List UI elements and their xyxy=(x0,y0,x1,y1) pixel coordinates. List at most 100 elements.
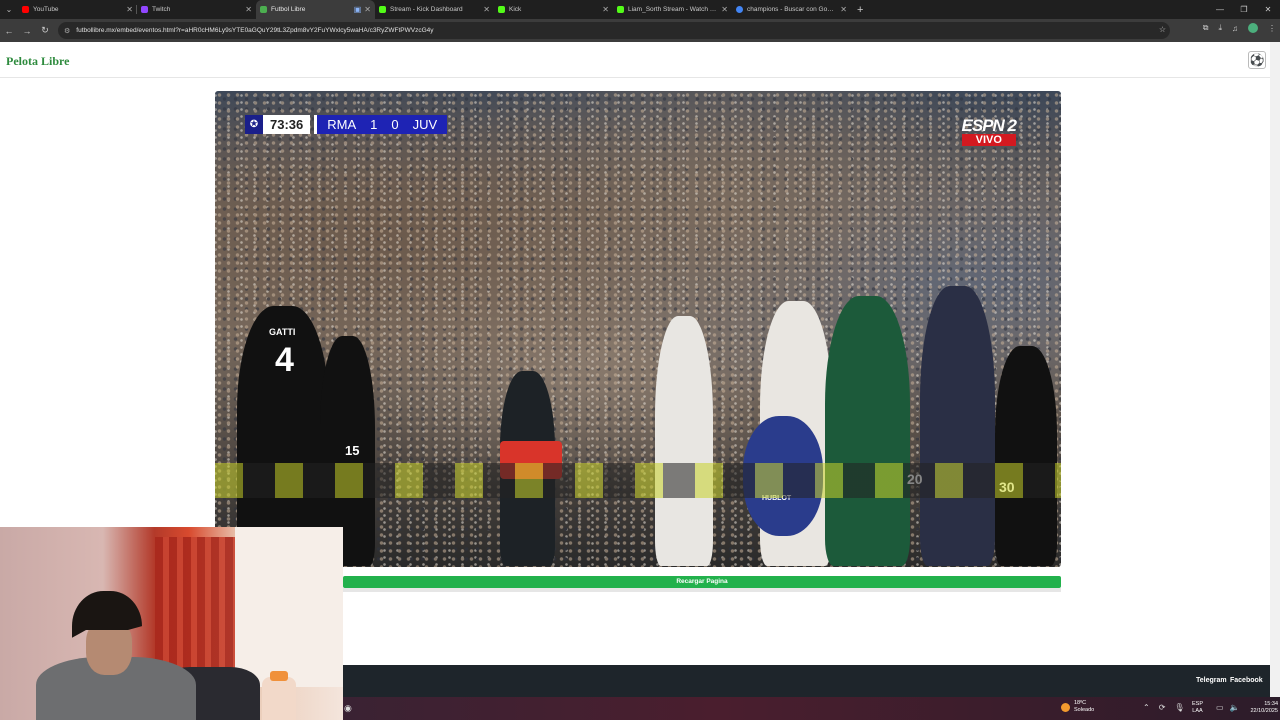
close-tab-icon[interactable]: ✕ xyxy=(126,5,133,14)
player-number-text: 15 xyxy=(345,443,360,458)
tab-title: Twitch xyxy=(152,6,171,13)
match-time: 73:36 xyxy=(263,115,311,134)
sun-icon xyxy=(1061,702,1070,712)
back-arrow-icon[interactable]: ← xyxy=(0,26,18,36)
site-brand[interactable]: Pelota Libre xyxy=(6,54,69,69)
player-number-text: 4 xyxy=(275,341,294,379)
maximize-icon[interactable]: ❐ xyxy=(1232,0,1256,19)
tab-title: Stream - Kick Dashboard xyxy=(390,6,463,13)
close-tab-icon[interactable]: ✕ xyxy=(364,5,371,14)
google-favicon-icon xyxy=(736,6,743,13)
window-controls: — ❐ ✕ xyxy=(1208,0,1280,19)
webcam-overlay xyxy=(0,527,343,720)
forward-arrow-icon[interactable]: → xyxy=(18,26,36,36)
live-badge: VIVO xyxy=(961,134,1016,146)
weather-condition: Soleado xyxy=(1074,707,1095,713)
coach xyxy=(920,286,995,566)
tab-twitch[interactable]: Twitch ✕ xyxy=(137,0,256,19)
site-footer: Telegram Facebook xyxy=(343,665,1270,697)
champions-league-icon: ✪ xyxy=(245,115,263,134)
tab-google-search[interactable]: champions - Buscar con Google ✕ xyxy=(732,0,851,19)
page-scrollbar[interactable] xyxy=(1270,42,1280,697)
close-tab-icon[interactable]: ✕ xyxy=(602,5,609,14)
tab-title: champions - Buscar con Google xyxy=(747,6,838,13)
reload-button-shadow xyxy=(343,588,1061,592)
score-teams: RMA 1 0 JUV xyxy=(314,115,448,134)
reload-page-button[interactable]: Recargar Pagina xyxy=(343,576,1061,588)
system-tray-right: ▭ 🔈 xyxy=(1216,703,1240,712)
scoreboard: ✪ 73:36 RMA 1 0 JUV xyxy=(245,115,448,134)
facebook-link[interactable]: Facebook xyxy=(1230,677,1263,684)
language-indicator[interactable]: ESP LAA xyxy=(1192,701,1203,715)
tab-liam-sorth-stream[interactable]: Liam_Sorth Stream - Watch Live ✕ xyxy=(613,0,732,19)
profile-avatar-icon[interactable] xyxy=(1248,23,1258,33)
browser-menu-icon[interactable]: ⋮ xyxy=(1268,24,1276,33)
tab-youtube[interactable]: YouTube ✕ xyxy=(18,0,137,19)
futbol-libre-favicon-icon xyxy=(260,6,267,13)
tab-search-icon[interactable]: ⌄ xyxy=(0,0,18,19)
webcam-window xyxy=(235,527,343,687)
clock-time: 15:34 xyxy=(1264,701,1278,707)
tab-strip: ⌄ YouTube ✕ Twitch ✕ Futbol Libre ▣ ✕ St… xyxy=(0,0,1280,19)
header-divider xyxy=(0,77,1270,78)
tab-kick-dashboard[interactable]: Stream - Kick Dashboard ✕ xyxy=(375,0,494,19)
player-name-text: GATTI xyxy=(269,327,296,337)
twitch-favicon-icon xyxy=(141,6,148,13)
os-taskbar: ◉ 18ºC Soleado ⌃ ⟳ 🎙 ESP LAA ▭ 🔈 15:34 2… xyxy=(343,697,1280,720)
webcam-bottle xyxy=(262,677,296,720)
video-player[interactable]: ✪ 73:36 RMA 1 0 JUV ESPN 2 VIVO GATTI 4 … xyxy=(215,91,1061,567)
player-real-madrid xyxy=(655,316,713,566)
close-tab-icon[interactable]: ✕ xyxy=(245,5,252,14)
reload-icon[interactable]: ↻ xyxy=(36,25,54,36)
bookmark-star-icon[interactable]: ☆ xyxy=(1159,25,1166,34)
tab-kick[interactable]: Kick ✕ xyxy=(494,0,613,19)
away-team: JUV xyxy=(412,117,438,132)
player-juventus-bench xyxy=(995,346,1057,566)
close-tab-icon[interactable]: ✕ xyxy=(483,5,490,14)
tab-title: YouTube xyxy=(33,6,59,13)
fourth-official xyxy=(825,296,910,566)
taskbar-app-icon[interactable]: ◉ xyxy=(344,703,352,714)
weather-temperature: 18ºC xyxy=(1074,700,1087,706)
close-tab-icon[interactable]: ✕ xyxy=(721,5,728,14)
kick-favicon-icon xyxy=(379,6,386,13)
clock-date: 22/10/2025 xyxy=(1250,708,1278,714)
channel-logo: ESPN 2 VIVO xyxy=(961,116,1017,146)
telegram-link[interactable]: Telegram xyxy=(1196,677,1227,684)
channel-name: ESPN 2 xyxy=(961,116,1017,135)
language-code: ESP xyxy=(1192,701,1204,707)
tab-title: Kick xyxy=(509,6,522,13)
home-team: RMA xyxy=(327,117,357,132)
url-text: futbollibre.mx/embed/eventos.html?r=aHR0… xyxy=(76,27,434,34)
browser-toolbar: ← → ↻ ⚙ futbollibre.mx/embed/eventos.htm… xyxy=(0,19,1280,42)
soccer-ball-icon[interactable]: ⚽ xyxy=(1248,51,1266,69)
tab-media-icon[interactable]: ▣ xyxy=(354,5,362,14)
download-icon[interactable]: ⤓ xyxy=(1218,23,1222,33)
youtube-favicon-icon xyxy=(22,6,29,13)
new-tab-plus-icon[interactable]: + xyxy=(857,4,863,16)
site-info-icon[interactable]: ⚙ xyxy=(64,27,70,35)
keyboard-layout: LAA xyxy=(1192,708,1203,714)
away-score: 0 xyxy=(391,117,399,132)
close-tab-icon[interactable]: ✕ xyxy=(840,5,847,14)
close-window-icon[interactable]: ✕ xyxy=(1256,0,1280,19)
webcam-bottle-cap xyxy=(270,671,288,681)
address-bar[interactable]: ⚙ futbollibre.mx/embed/eventos.html?r=aH… xyxy=(58,22,1170,39)
microphone-icon[interactable]: 🎙 xyxy=(1174,703,1184,712)
volume-icon[interactable]: 🔈 xyxy=(1230,703,1240,712)
media-control-icon[interactable]: ♫ xyxy=(1232,24,1238,33)
home-score: 1 xyxy=(370,117,378,132)
tab-title: Futbol Libre xyxy=(271,6,306,13)
kick-favicon-icon xyxy=(617,6,624,13)
sync-icon[interactable]: ⟳ xyxy=(1159,703,1166,712)
tab-title: Liam_Sorth Stream - Watch Live xyxy=(628,6,719,13)
minimize-icon[interactable]: — xyxy=(1208,0,1232,19)
tray-chevron-icon[interactable]: ⌃ xyxy=(1143,703,1150,712)
kick-favicon-icon xyxy=(498,6,505,13)
extensions-icon[interactable]: ⧉ xyxy=(1203,23,1209,33)
taskbar-clock[interactable]: 15:34 22/10/2025 xyxy=(1250,701,1278,715)
toolbar-actions: ⧉ ⤓ ♫ ⋮ xyxy=(1203,23,1276,33)
network-icon[interactable]: ▭ xyxy=(1216,703,1224,712)
tab-futbol-libre[interactable]: Futbol Libre ▣ ✕ xyxy=(256,0,375,19)
weather-widget[interactable]: 18ºC Soleado xyxy=(1061,700,1094,714)
